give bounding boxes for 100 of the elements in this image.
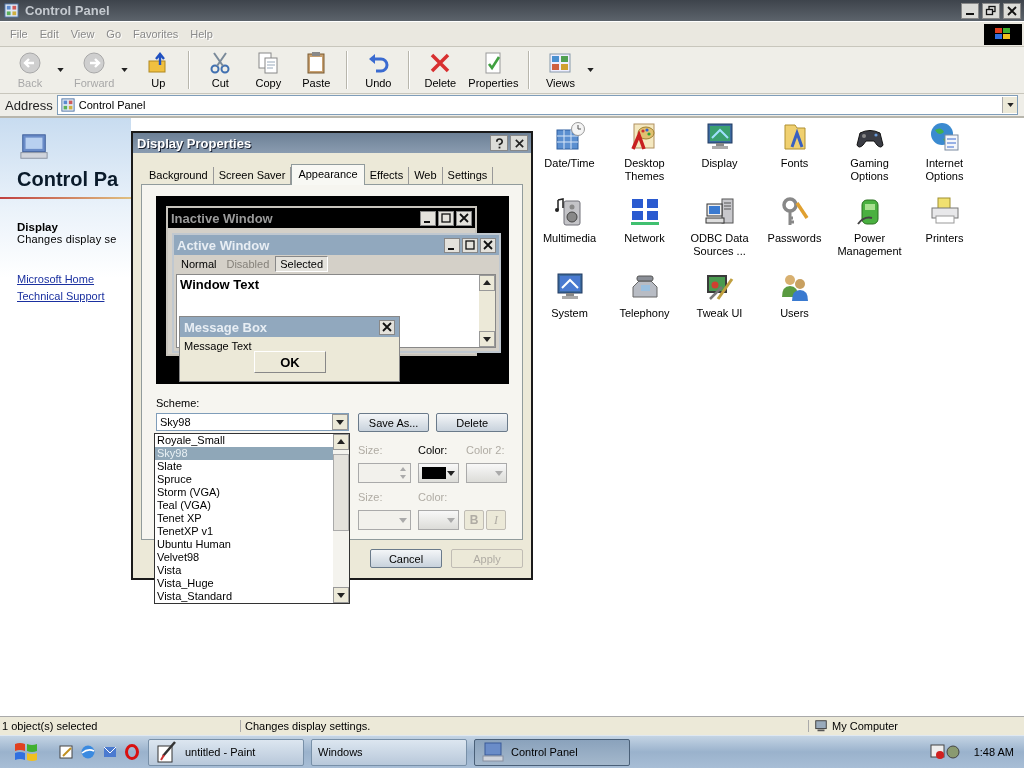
notepad-icon[interactable] bbox=[58, 744, 74, 760]
control-panel-item[interactable]: Display bbox=[682, 121, 757, 196]
list-option[interactable]: Vista_Standard bbox=[155, 590, 333, 603]
scheme-dropdown[interactable]: Sky98 bbox=[156, 413, 349, 431]
control-panel-item[interactable]: Internet Options bbox=[907, 121, 982, 196]
paint-brush-icon bbox=[155, 740, 179, 764]
list-option[interactable]: Storm (VGA) bbox=[155, 486, 333, 499]
restore-icon bbox=[985, 4, 997, 17]
help-button[interactable] bbox=[490, 135, 508, 151]
field-label: Color: bbox=[418, 444, 449, 457]
list-option[interactable]: TenetXP v1 bbox=[155, 525, 333, 538]
minimize-button[interactable] bbox=[961, 2, 979, 19]
scroll-down-icon bbox=[333, 587, 349, 603]
ring-icon[interactable] bbox=[124, 744, 140, 760]
dialog-button[interactable]: Delete bbox=[436, 413, 508, 432]
window-title: Message Box bbox=[184, 319, 268, 335]
list-option[interactable]: Tenet XP bbox=[155, 512, 333, 525]
control-panel-item[interactable]: Users bbox=[757, 271, 832, 346]
toolbar-button[interactable]: Paste bbox=[292, 49, 341, 91]
control-panel-icon bbox=[60, 98, 75, 112]
taskbar-button[interactable]: Control Panel bbox=[474, 738, 630, 766]
control-panel-item[interactable]: Power Management bbox=[832, 196, 907, 271]
dropdown-arrow-icon bbox=[399, 517, 407, 523]
caret-icon bbox=[587, 68, 594, 72]
close-icon bbox=[1006, 4, 1018, 17]
field-label: Size: bbox=[358, 491, 384, 504]
toolbar-button[interactable]: Delete bbox=[416, 49, 465, 91]
color-picker[interactable] bbox=[418, 463, 459, 483]
toolbar-button[interactable]: Views bbox=[536, 49, 585, 91]
taskbar-button[interactable]: untitled - Paint bbox=[148, 738, 304, 766]
clock: 1:48 AM bbox=[973, 746, 1014, 758]
message-text: Message Text bbox=[183, 339, 253, 352]
toolbar-button[interactable]: Copy bbox=[244, 49, 293, 91]
list-option[interactable]: Spruce bbox=[155, 473, 333, 486]
selection-description: Changes display se bbox=[17, 233, 118, 245]
list-option[interactable]: Ubuntu Human bbox=[155, 538, 333, 551]
status-text: Changes display settings. bbox=[241, 720, 809, 732]
spinner-arrows-icon bbox=[400, 467, 406, 479]
scroll-thumb[interactable] bbox=[333, 454, 349, 531]
link[interactable]: Microsoft Home bbox=[17, 273, 95, 285]
link[interactable]: Technical Support bbox=[17, 290, 105, 302]
pages-icon bbox=[256, 51, 281, 75]
toolbar-button[interactable]: Up bbox=[134, 49, 183, 91]
list-option[interactable]: Vista bbox=[155, 564, 333, 577]
globe-icon[interactable] bbox=[80, 744, 96, 760]
control-panel-item[interactable]: Desktop Themes bbox=[607, 121, 682, 196]
envelope-icon[interactable] bbox=[102, 744, 118, 760]
control-panel-item[interactable]: Printers bbox=[907, 196, 982, 271]
status-text: 1 object(s) selected bbox=[0, 720, 241, 732]
control-panel-item[interactable]: Fonts bbox=[757, 121, 832, 196]
window-title: Active Window bbox=[177, 237, 270, 253]
field-label: Color 2: bbox=[466, 444, 506, 457]
dropdown-button[interactable] bbox=[1002, 97, 1017, 113]
control-panel-item[interactable]: ODBC Data Sources ... bbox=[682, 196, 757, 271]
toolbar-button[interactable]: Cut bbox=[196, 49, 245, 91]
computer-icon bbox=[481, 740, 505, 764]
dialog-button[interactable]: Save As... bbox=[357, 413, 430, 432]
tray-icons[interactable] bbox=[929, 743, 962, 761]
control-panel-item[interactable]: Network bbox=[607, 196, 682, 271]
toolbar-button[interactable]: Undo bbox=[354, 49, 403, 91]
control-panel-item[interactable]: System bbox=[532, 271, 607, 346]
dialog-button[interactable]: Cancel bbox=[370, 549, 442, 568]
list-option[interactable]: Royale_Small bbox=[155, 434, 333, 447]
maximize-icon bbox=[462, 237, 478, 253]
control-panel-item[interactable]: Tweak UI bbox=[682, 271, 757, 346]
tab[interactable]: Appearance bbox=[291, 164, 365, 185]
list-option[interactable]: Velvet98 bbox=[155, 551, 333, 564]
control-panel-item[interactable]: Passwords bbox=[757, 196, 832, 271]
network-icon bbox=[628, 196, 661, 228]
ok-button[interactable]: OK bbox=[254, 351, 326, 373]
caret-icon bbox=[56, 68, 64, 72]
minimize-icon bbox=[420, 210, 436, 226]
list-option[interactable]: Teal (VGA) bbox=[155, 499, 333, 512]
address-field[interactable]: Control Panel bbox=[56, 95, 1018, 115]
flag-logo-icon bbox=[12, 740, 40, 764]
caret-icon bbox=[120, 68, 128, 72]
control-panel-item[interactable]: Gaming Options bbox=[832, 121, 907, 196]
list-option[interactable]: Slate bbox=[155, 460, 333, 473]
taskbar-button[interactable]: Windows bbox=[311, 738, 467, 766]
control-panel-item[interactable]: Telephony bbox=[607, 271, 682, 346]
restore-button[interactable] bbox=[982, 2, 1000, 19]
window-title: Inactive Window bbox=[171, 210, 273, 226]
dropdown-arrow-icon bbox=[447, 517, 455, 523]
color-picker[interactable] bbox=[418, 510, 459, 530]
control-panel-item[interactable]: Date/Time bbox=[532, 121, 607, 196]
computer-icon bbox=[17, 132, 51, 162]
maximize-icon bbox=[438, 210, 454, 226]
minimize-icon bbox=[444, 237, 460, 253]
dropdown-arrow-icon bbox=[447, 470, 455, 476]
color-picker[interactable] bbox=[466, 463, 507, 483]
address-label: Address bbox=[5, 97, 53, 113]
back-icon bbox=[18, 51, 42, 75]
close-button[interactable] bbox=[1003, 2, 1021, 19]
control-panel-item[interactable]: Multimedia bbox=[532, 196, 607, 271]
list-option[interactable]: Vista_Huge bbox=[155, 577, 333, 590]
close-button[interactable] bbox=[510, 135, 528, 151]
field-label: Color: bbox=[418, 491, 449, 504]
window-title: Control Panel bbox=[25, 3, 110, 18]
toolbar-button[interactable]: Properties bbox=[464, 49, 523, 91]
close-icon bbox=[456, 210, 472, 226]
